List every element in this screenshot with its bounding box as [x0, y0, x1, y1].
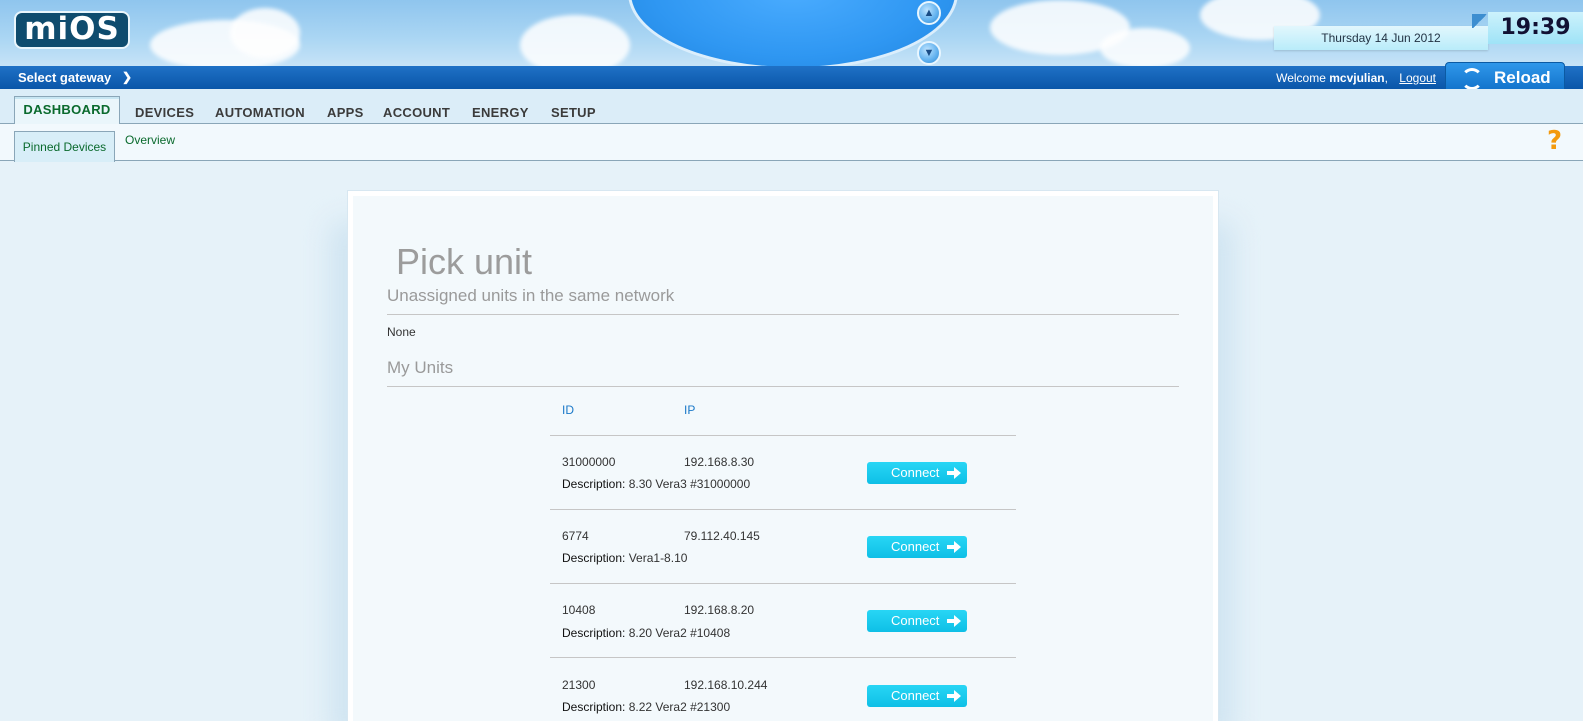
subtab-overview[interactable]: Overview	[125, 132, 175, 148]
unit-description: Description: Vera1-8.10	[562, 551, 687, 565]
time-display: 19:39	[1488, 12, 1583, 44]
mios-logo[interactable]: miOS	[14, 11, 130, 49]
tab-dashboard[interactable]: DASHBOARD	[14, 96, 120, 125]
subtab-pinned-devices[interactable]: Pinned Devices	[14, 131, 115, 162]
connect-label: Connect	[891, 613, 940, 628]
connect-button[interactable]: Connect	[867, 536, 967, 558]
row-divider	[550, 509, 1016, 510]
chevron-down-icon[interactable]: ❯	[122, 68, 132, 86]
unit-description: Description: 8.30 Vera3 #31000000	[562, 477, 750, 491]
unassigned-heading: Unassigned units in the same network	[387, 286, 675, 305]
unit-description: Description: 8.22 Vera2 #21300	[562, 700, 730, 714]
page-title: Pick unit	[396, 241, 533, 282]
description-label: Description:	[562, 626, 626, 640]
arrow-right-icon	[947, 615, 961, 627]
cloud-decoration	[520, 15, 630, 66]
column-header-ip[interactable]: IP	[684, 403, 695, 417]
unit-ip: 79.112.40.145	[684, 529, 760, 543]
arrow-right-icon	[947, 467, 961, 479]
cloud-decoration	[1100, 28, 1190, 66]
arrow-right-icon	[947, 541, 961, 553]
help-icon[interactable]: ?	[1547, 126, 1562, 156]
connect-label: Connect	[891, 465, 940, 480]
tab-energy[interactable]: ENERGY	[472, 105, 529, 120]
cloud-decoration	[230, 8, 300, 58]
connect-button[interactable]: Connect	[867, 610, 967, 632]
unassigned-value: None	[387, 325, 416, 339]
select-gateway-dropdown[interactable]: Select gateway	[18, 70, 111, 86]
main-nav: DASHBOARD DEVICES AUTOMATION APPS ACCOUN…	[0, 89, 1583, 125]
divider	[387, 386, 1179, 387]
description-value: 8.22 Vera2 #21300	[628, 700, 731, 714]
divider	[387, 314, 1179, 315]
unit-description: Description: 8.20 Vera2 #10408	[562, 626, 730, 640]
row-divider	[550, 435, 1016, 436]
connect-button[interactable]: Connect	[867, 685, 967, 707]
flag-decoration	[1472, 14, 1488, 28]
welcome-text: Welcome mcvjulian, Logout	[1276, 70, 1436, 86]
connect-button[interactable]: Connect	[867, 462, 967, 484]
welcome-label: Welcome	[1276, 71, 1326, 85]
unit-ip: 192.168.8.20	[684, 603, 755, 617]
unit-id: 21300	[562, 678, 596, 692]
unit-id: 31000000	[562, 455, 616, 469]
reload-icon	[1461, 68, 1483, 90]
connect-label: Connect	[891, 539, 940, 554]
connect-label: Connect	[891, 688, 940, 703]
logout-link[interactable]: Logout	[1399, 71, 1436, 85]
tab-account[interactable]: ACCOUNT	[383, 105, 450, 120]
row-divider	[550, 657, 1016, 658]
top-bar: Select gateway ❯ Welcome mcvjulian, Logo…	[0, 66, 1583, 89]
my-units-heading: My Units	[387, 358, 454, 377]
description-label: Description:	[562, 700, 626, 714]
unit-id: 10408	[562, 603, 596, 617]
unit-id: 6774	[562, 529, 589, 543]
row-divider	[550, 583, 1016, 584]
description-label: Description:	[562, 477, 626, 491]
comma: ,	[1384, 71, 1388, 85]
description-value: 8.20 Vera2 #10408	[628, 626, 731, 640]
unit-ip: 192.168.10.244	[684, 678, 768, 692]
tab-devices[interactable]: DEVICES	[135, 105, 194, 120]
tab-apps[interactable]: APPS	[327, 105, 364, 120]
tab-setup[interactable]: SETUP	[551, 105, 596, 120]
description-value: Vera1-8.10	[628, 551, 688, 565]
column-header-id[interactable]: ID	[562, 403, 574, 417]
date-display: Thursday 14 Jun 2012	[1274, 26, 1488, 50]
description-label: Description:	[562, 551, 626, 565]
arrow-right-icon	[947, 690, 961, 702]
tab-automation[interactable]: AUTOMATION	[215, 105, 305, 120]
sub-nav: Pinned Devices Overview	[0, 124, 1583, 162]
chevron-down-icon[interactable]: ▼	[917, 41, 941, 65]
eject-icon[interactable]: ▲	[917, 1, 941, 25]
description-value: 8.30 Vera3 #31000000	[628, 477, 751, 491]
username: mcvjulian	[1329, 71, 1385, 85]
unit-ip: 192.168.8.30	[684, 455, 755, 469]
